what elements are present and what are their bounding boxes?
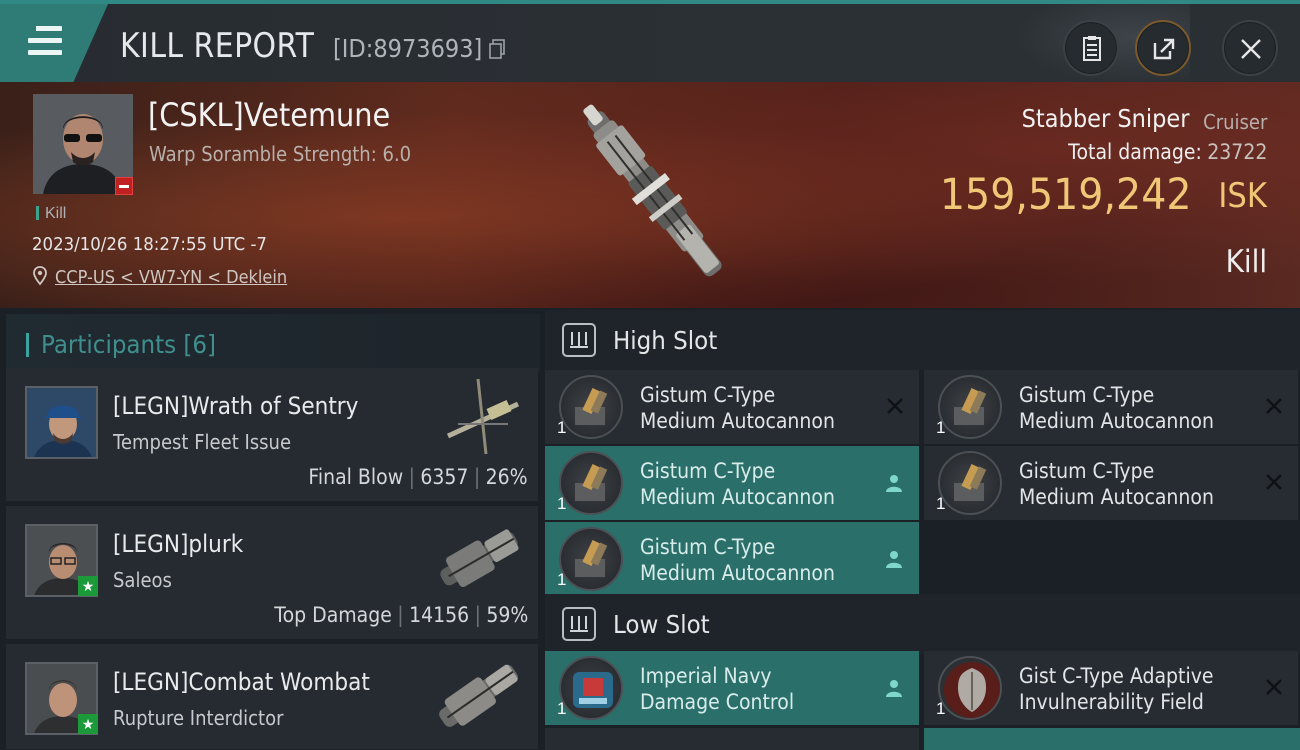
invulnerability-field-icon [938, 656, 1002, 720]
page-title: KILL REPORT [120, 26, 315, 66]
damage-control-icon [559, 656, 623, 720]
clipboard-button[interactable] [1063, 20, 1119, 76]
victim-name[interactable]: [CSKL]Vetemune [148, 96, 390, 134]
share-icon [1153, 38, 1175, 60]
copy-icon[interactable] [489, 39, 505, 59]
participants-header[interactable]: Participants [6] [6, 314, 540, 372]
kill-tag: Kill [36, 205, 66, 223]
high-slot-module[interactable]: 1 Gistum C-Type Medium Autocannon [924, 370, 1298, 444]
low-slot-icon [562, 607, 596, 641]
participant-name: [LEGN]Wrath of Sentry [113, 392, 359, 420]
kill-id: [ID:8973693] [333, 34, 483, 63]
participant-name: [LEGN]Combat Wombat [113, 668, 370, 696]
participant-ship-image [446, 378, 520, 455]
menu-button[interactable] [0, 4, 108, 82]
participants-panel: Participants [6] [LEGN]Wrath of Sentry T… [0, 308, 540, 750]
participant-ship: Rupture Interdictor [113, 706, 284, 730]
participant-avatar [25, 386, 98, 459]
autocannon-icon [938, 451, 1002, 515]
total-damage: Total damage: 23722 [1067, 140, 1267, 164]
destroyed-x-icon [887, 398, 903, 414]
participant-ship: Tempest Fleet Issue [113, 430, 292, 454]
high-slot-module[interactable]: 1 Gistum C-Type Medium Autocannon [924, 446, 1298, 520]
high-slot-icon [562, 323, 596, 357]
isk-value: 159,519,242 [940, 170, 1192, 220]
participant-row[interactable]: ★ [LEGN]plurk Saleos Top Damage | 14156 | 59… [6, 506, 538, 640]
destroyed-x-icon [1266, 474, 1282, 490]
kill-report-header: KILL REPORT [ID:8973693] [0, 0, 1300, 86]
participant-row[interactable]: [LEGN]Wrath of Sentry Tempest Fleet Issu… [6, 368, 538, 502]
close-button[interactable] [1222, 20, 1278, 76]
participant-ship-image [439, 664, 518, 727]
participant-name: [LEGN]plurk [113, 530, 244, 558]
victim-ship-name[interactable]: Stabber Sniper [1022, 104, 1190, 133]
victim-banner: [CSKL]Vetemune Warp Soramble Strength: 6… [0, 82, 1300, 308]
location-pin-icon [33, 266, 47, 286]
low-slot-header: Low Slot [545, 594, 1300, 654]
participant-row[interactable]: ★ [LEGN]Combat Wombat Rupture Interdicto… [6, 644, 538, 750]
high-slot-module[interactable]: 1 Gistum C-Type Medium Autocannon [545, 446, 919, 520]
dropped-person-icon [886, 680, 902, 697]
participant-stats: Final Blow | 6357 | 26% [308, 465, 528, 489]
victim-ship-image[interactable] [548, 88, 758, 303]
participant-stats: Top Damage | 14156 | 59% [273, 603, 528, 627]
friendly-star-icon: ★ [78, 576, 98, 596]
destroyed-x-icon [1266, 398, 1282, 414]
close-icon [1241, 39, 1261, 59]
dropped-person-icon [886, 475, 902, 492]
autocannon-icon [559, 375, 623, 439]
participant-ship-image [440, 529, 519, 587]
autocannon-icon [559, 527, 623, 591]
friendly-star-icon: ★ [78, 714, 98, 734]
total-damage-value: 23722 [1206, 140, 1267, 164]
participant-ship: Saleos [113, 568, 172, 592]
destroyed-x-icon [1266, 679, 1282, 695]
standing-badge [115, 177, 133, 195]
low-slot-module[interactable]: 1 Gist C-Type Adaptive Invulnerability F… [924, 651, 1298, 725]
clipboard-icon [1083, 36, 1101, 61]
victim-ship-class: Cruiser [1202, 110, 1267, 134]
warp-scramble-strength: Warp Soramble Strength: 6.0 [149, 142, 412, 166]
high-slot-module[interactable]: 1 Gistum C-Type Medium Autocannon [545, 522, 919, 596]
high-slot-header: High Slot [545, 310, 1300, 370]
result-label: Kill [1225, 244, 1267, 280]
low-slot-module[interactable]: 1 Imperial Navy Damage Control [545, 651, 919, 725]
autocannon-icon [559, 451, 623, 515]
high-slot-module[interactable]: 1 Gistum C-Type Medium Autocannon [545, 370, 919, 444]
kill-datetime: 2023/10/26 18:27:55 UTC -7 [32, 234, 267, 255]
share-button[interactable] [1135, 20, 1191, 76]
dropped-person-icon [886, 551, 902, 568]
autocannon-icon [938, 375, 1002, 439]
location-link[interactable]: CCP-US < VW7-YN < Deklein [55, 267, 287, 288]
isk-unit: ISK [1218, 176, 1267, 216]
fitting-panel: High Slot 1 Gistum C-Type Medium Autocan… [545, 308, 1300, 750]
